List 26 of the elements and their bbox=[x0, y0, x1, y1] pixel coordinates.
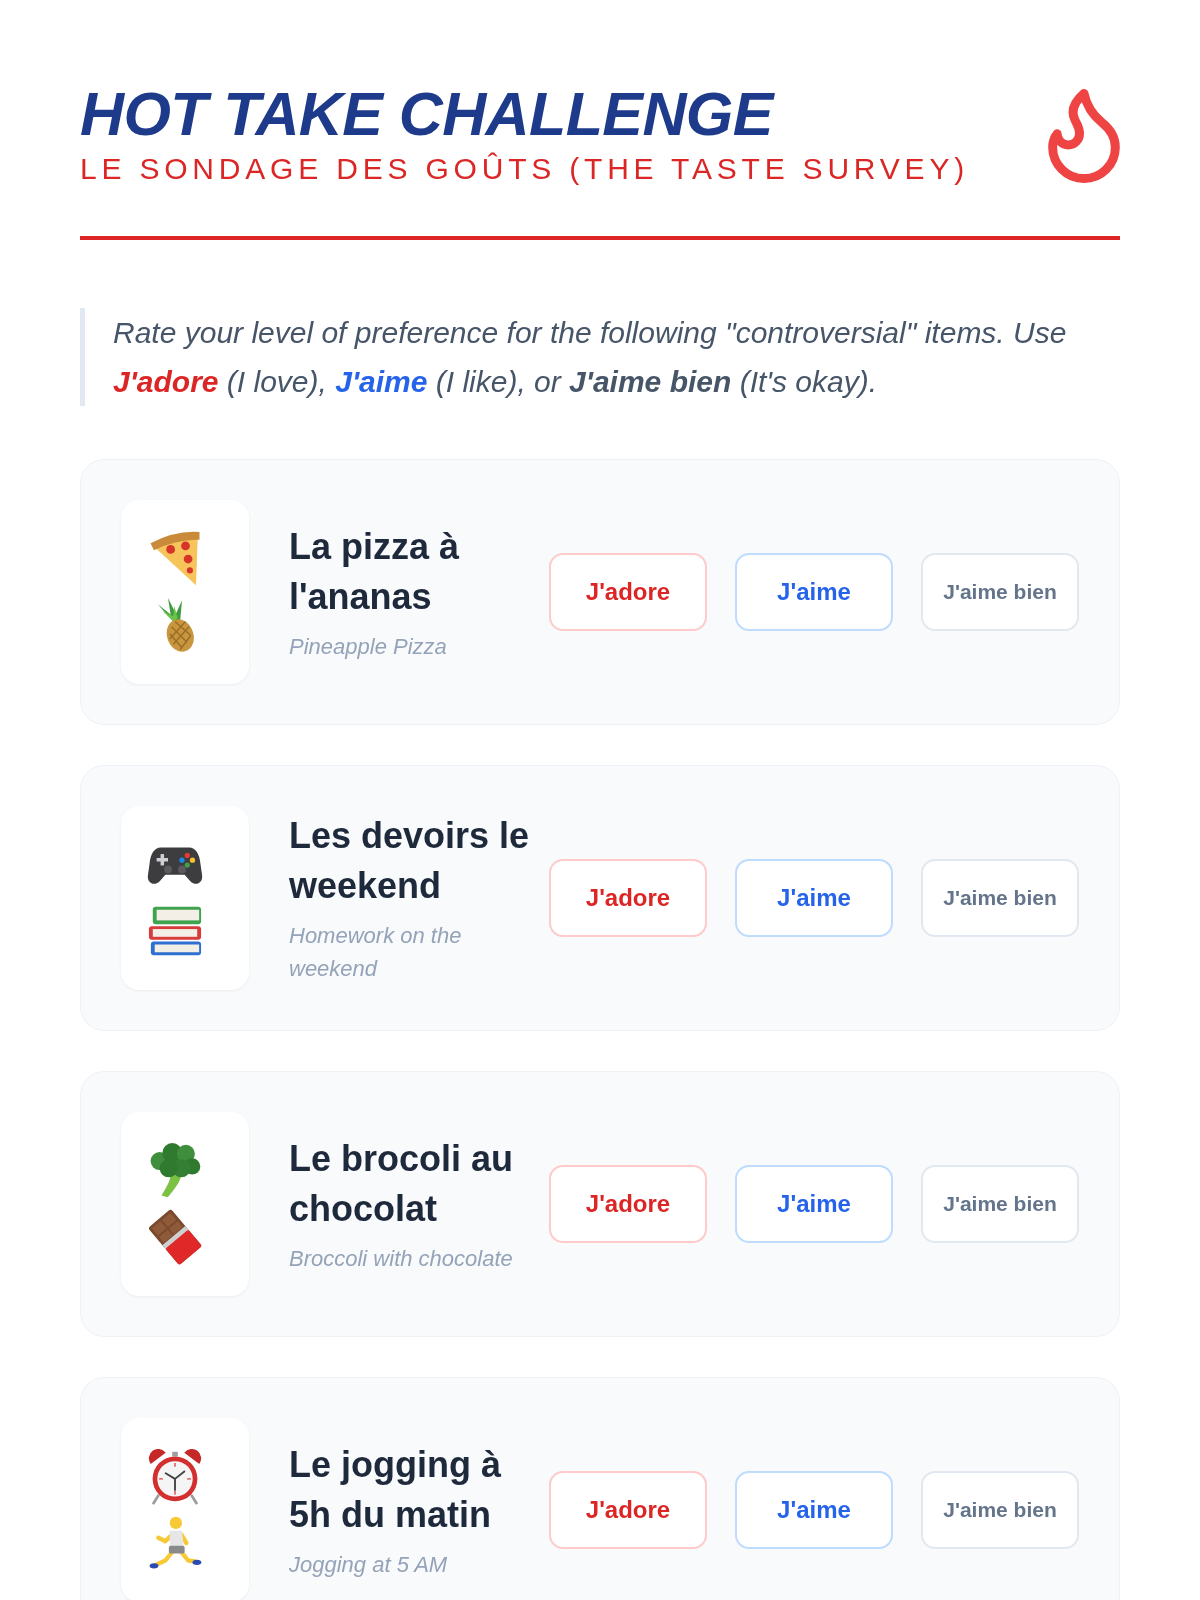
running-person-icon bbox=[147, 1515, 203, 1571]
alarm-clock-icon bbox=[147, 1449, 203, 1505]
item-title: Le jogging à 5h du matin bbox=[289, 1442, 502, 1537]
item-title: Les devoirs le weekend bbox=[289, 814, 531, 908]
item-title: Le brocoli au chocolat bbox=[289, 1136, 515, 1231]
rating-button[interactable]: J'aime bbox=[735, 553, 893, 631]
rating-button[interactable]: J'aime bbox=[735, 1471, 893, 1549]
flame-icon bbox=[1048, 88, 1120, 183]
rating-button[interactable]: J'adore bbox=[549, 1165, 707, 1243]
rating-button[interactable]: J'aime bien bbox=[921, 1471, 1079, 1549]
rating-button[interactable]: J'aime bien bbox=[921, 859, 1079, 937]
rating-button[interactable]: J'adore bbox=[549, 859, 707, 937]
item-translation: Jogging at 5 AM bbox=[289, 1550, 449, 1579]
rating-button[interactable]: J'aime bbox=[735, 1165, 893, 1243]
rating-button[interactable]: J'aime bbox=[735, 859, 893, 937]
item-title: La pizza à l'ananas bbox=[289, 524, 461, 619]
rating-button[interactable]: J'aime bien bbox=[921, 1165, 1079, 1243]
page-subtitle: LE SONDAGE DES GOÛTS (THE TASTE SURVEY) bbox=[80, 151, 969, 187]
rating-button[interactable]: J'aime bien bbox=[921, 553, 1079, 631]
item-translation: Broccoli with chocolate bbox=[289, 1244, 514, 1273]
item-translation: Pineapple Pizza bbox=[289, 632, 448, 661]
item-translation: Homework on the weekend bbox=[289, 922, 463, 983]
intro-text: Rate your level of preference for the following "controversial" items. Use J'adore (I love), J'aime (I like), or J'aime bien (It's okay). bbox=[80, 308, 1120, 406]
rating-button[interactable]: J'adore bbox=[549, 553, 707, 631]
page-title: HOT TAKE CHALLENGE bbox=[80, 84, 776, 145]
rating-button[interactable]: J'adore bbox=[549, 1471, 707, 1549]
